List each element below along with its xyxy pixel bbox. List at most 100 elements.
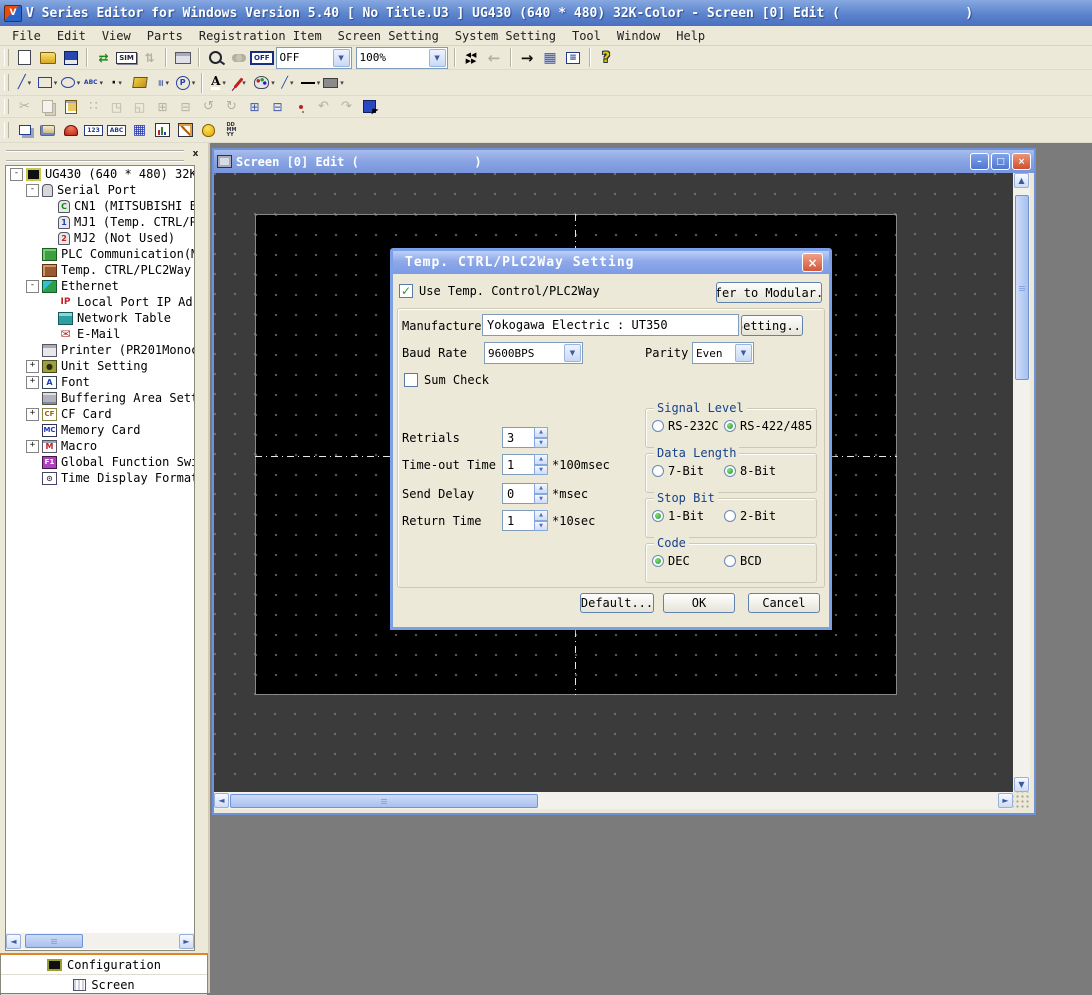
bring-to-front-button[interactable]: ◳ [105,96,128,117]
expander-icon[interactable]: - [10,168,23,181]
scroll-left-icon[interactable]: ◄ [214,793,229,808]
resize-grip[interactable] [1013,792,1030,809]
help-button[interactable]: ? [595,47,618,68]
upload-button[interactable]: ⇅ [138,47,161,68]
lamp-part-button[interactable] [59,120,82,141]
line-style-button[interactable]: ╱▾ [276,72,299,93]
tree-item-serial-port[interactable]: -Serial Port [6,182,194,198]
menu-tool[interactable]: Tool [564,28,609,44]
text-tool-button[interactable]: ABC▾ [82,72,105,93]
menu-window[interactable]: Window [609,28,668,44]
radio-bcd[interactable]: BCD [724,554,762,568]
dropdown-arrow-icon[interactable]: ▾ [100,79,104,87]
spin-down-icon[interactable]: ▼ [534,438,548,449]
radio-rs-232c[interactable]: RS-232C [652,419,724,433]
switch-part-button[interactable] [36,120,59,141]
scroll-right-icon[interactable]: ► [179,934,194,949]
tree-item-local-port-ip[interactable]: IPLocal Port IP Ad [6,294,194,310]
radio-2-bit[interactable]: 2-Bit [724,509,776,523]
ellipse-tool-button[interactable]: ▾ [59,72,82,93]
combo-arrow-icon[interactable]: ▼ [333,49,350,67]
display-mode-combobox[interactable]: OFF ▼ [276,47,352,69]
panel-horizontal-scrollbar[interactable]: ◄ ► [6,933,194,949]
default-button[interactable]: Default... [580,593,654,613]
menu-parts[interactable]: Parts [139,28,191,44]
maximize-button[interactable]: □ [991,153,1010,170]
refer-to-modular-button[interactable]: efer to Modular.. [716,282,822,303]
graph-part-button[interactable] [151,120,174,141]
print-button[interactable] [171,47,194,68]
simulation-button[interactable]: SIM [115,47,138,68]
palette-button[interactable]: ▾ [253,72,276,93]
dropdown-arrow-icon[interactable]: ▾ [166,79,170,87]
document-title-bar[interactable]: Screen [0] Edit ( ) – □ × [214,150,1034,173]
menu-system-setting[interactable]: System Setting [447,28,564,44]
dropdown-arrow-icon[interactable]: ▾ [317,79,321,87]
match-size-button[interactable]: ⊞ [243,96,266,117]
spin-up-icon[interactable]: ▲ [534,454,548,465]
cut-button[interactable]: ✂ [13,96,36,117]
radio-dec[interactable]: DEC [652,554,724,568]
tree-item-buffering-area[interactable]: Buffering Area Sett [6,390,194,406]
trend-part-button[interactable] [174,120,197,141]
rectangle-tool-button[interactable]: ▾ [36,72,59,93]
pin-button[interactable] [289,96,312,117]
match-grid-button[interactable]: ⊟ [266,96,289,117]
fill-style-button[interactable]: ▾ [322,72,345,93]
tree-item-ethernet[interactable]: -Ethernet [6,278,194,294]
copy-button[interactable] [36,96,59,117]
panel-tab-configuration[interactable]: Configuration [1,955,207,975]
dropdown-arrow-icon[interactable]: ▾ [77,79,81,87]
tree-item-font[interactable]: +AFont [6,374,194,390]
overlap-part-button[interactable] [13,120,36,141]
ok-button[interactable]: OK [663,593,735,613]
new-button[interactable] [13,47,36,68]
sum-check-row[interactable]: ✓ Sum Check [404,373,489,387]
scale-tool-button[interactable]: ≡▾ [151,72,174,93]
toolbar-grip[interactable] [4,74,9,92]
tree-item-macro[interactable]: +MMacro [6,438,194,454]
menu-screen-setting[interactable]: Screen Setting [330,28,447,44]
save-button[interactable] [59,47,82,68]
undo-button[interactable]: ↶ [312,96,335,117]
close-button[interactable]: × [1012,153,1031,170]
dropdown-arrow-icon[interactable]: ▾ [222,79,226,87]
expander-icon[interactable]: + [26,408,39,421]
numerical-display-button[interactable]: 123 [82,120,105,141]
retrials-spinner[interactable]: 3▲▼ [502,427,548,448]
tree-item-network-table[interactable]: Network Table [6,310,194,326]
combo-arrow-icon[interactable]: ▼ [735,344,752,362]
use-temp-checkbox[interactable]: ✓ [399,284,413,298]
select-mode-button[interactable] [358,96,381,117]
paste-button[interactable] [59,96,82,117]
tree-item-email[interactable]: ✉E-Mail [6,326,194,342]
edit-canvas[interactable]: Temp. CTRL/PLC2Way Setting × ✓ Use Temp.… [214,173,1013,792]
char-display-button[interactable]: ABC [105,120,128,141]
tree-item-time-display[interactable]: ⊙Time Display Format [6,470,194,486]
spin-up-icon[interactable]: ▲ [534,510,548,521]
radio-1-bit[interactable]: 1-Bit [652,509,724,523]
spin-down-icon[interactable]: ▼ [534,465,548,476]
vertical-scrollbar[interactable]: ▲ ▼ [1013,173,1030,792]
panel-tab-screen[interactable]: Screen [1,975,207,995]
spin-down-icon[interactable]: ▼ [534,494,548,505]
menu-view[interactable]: View [94,28,139,44]
expander-icon[interactable]: + [26,360,39,373]
dropdown-arrow-icon[interactable]: ▾ [54,79,58,87]
tree-item-mj2[interactable]: 2MJ2 (Not Used) [6,230,194,246]
tree-item-plc-communication[interactable]: PLC Communication(M [6,246,194,262]
send-to-back-button[interactable]: ◱ [128,96,151,117]
scroll-up-icon[interactable]: ▲ [1014,173,1029,188]
multi-copy-button[interactable]: ∷ [82,96,105,117]
panel-grip[interactable] [6,150,184,162]
dropdown-arrow-icon[interactable]: ▾ [118,79,122,87]
expander-icon[interactable]: + [26,440,39,453]
tree-item-global-function[interactable]: F1Global Function Swi [6,454,194,470]
p-mark-tool-button[interactable]: P▾ [174,72,197,93]
radio-8-bit[interactable]: 8-Bit [724,464,776,478]
scroll-left-icon[interactable]: ◄ [6,934,21,949]
panel-close-button[interactable]: x [189,147,202,160]
use-temp-checkbox-row[interactable]: ✓ Use Temp. Control/PLC2Way [399,284,600,298]
rotate-left-button[interactable]: ↺ [197,96,220,117]
dropdown-arrow-icon[interactable]: ▾ [28,79,32,87]
